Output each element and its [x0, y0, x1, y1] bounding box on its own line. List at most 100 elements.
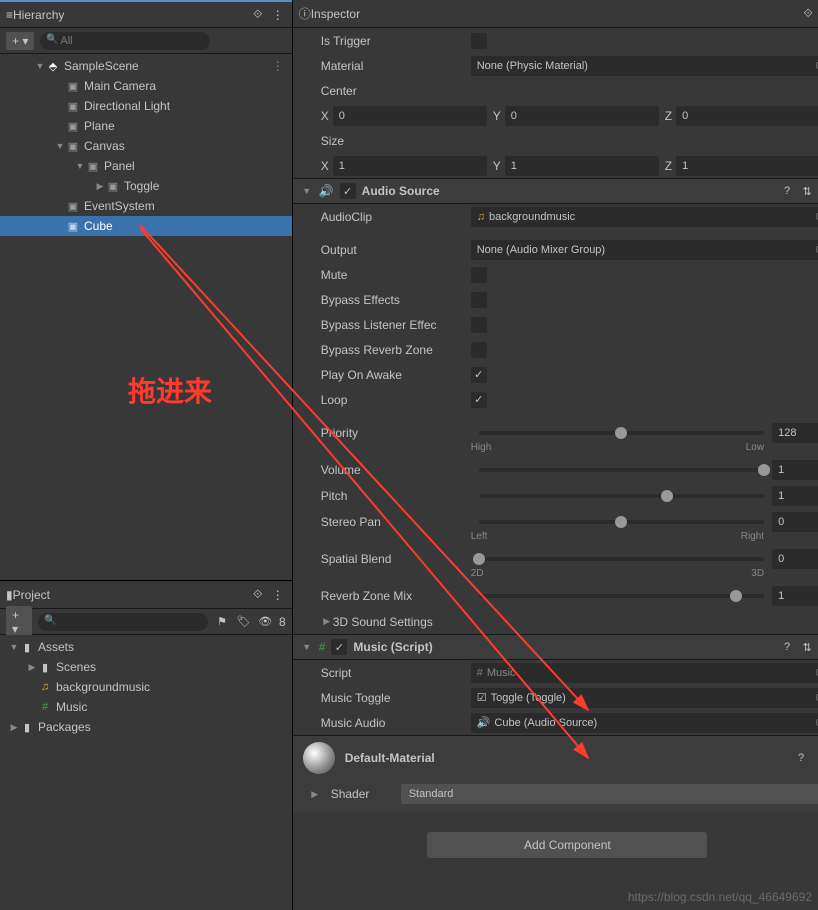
pitch-slider[interactable]: [479, 494, 764, 498]
item-label: Packages: [38, 720, 91, 734]
menu-icon[interactable]: ⋮: [270, 7, 286, 23]
menu-icon[interactable]: ⋮: [272, 59, 284, 73]
project-item-scenes[interactable]: ▶▮Scenes: [0, 657, 292, 677]
size-x-input[interactable]: [333, 156, 487, 176]
add-button[interactable]: + ▾: [6, 32, 34, 50]
help-icon[interactable]: ?: [794, 751, 808, 765]
script-icon: #: [319, 640, 326, 654]
audio-source-enable-checkbox[interactable]: [340, 183, 356, 199]
music-audio-field[interactable]: 🔊Cube (Audio Source)◎: [471, 713, 818, 733]
bypass-effects-checkbox[interactable]: [471, 292, 487, 308]
foldout-icon[interactable]: ▼: [301, 186, 313, 196]
project-item-music[interactable]: #Music: [0, 697, 292, 717]
hierarchy-item-eventsystem[interactable]: ▣EventSystem: [0, 196, 292, 216]
project-tree[interactable]: ▼▮Assets▶▮Scenes ♫ backgroundmusic #Music▶▮…: [0, 635, 292, 910]
menu-icon[interactable]: ⋮: [270, 587, 286, 603]
hierarchy-search-input[interactable]: [40, 32, 210, 50]
foldout-icon[interactable]: ▼: [54, 141, 66, 151]
material-field[interactable]: None (Physic Material)◎: [471, 56, 818, 76]
center-z-input[interactable]: [676, 106, 818, 126]
label-icon[interactable]: 🏷: [236, 614, 252, 630]
project-search-input[interactable]: [38, 613, 208, 631]
mute-checkbox[interactable]: [471, 267, 487, 283]
hierarchy-item-panel[interactable]: ▼▣Panel: [0, 156, 292, 176]
audio-icon: ♫: [38, 680, 52, 694]
shader-dropdown[interactable]: Standard▾: [401, 784, 818, 804]
center-y-input[interactable]: [505, 106, 659, 126]
pitch-input[interactable]: [772, 486, 818, 506]
help-icon[interactable]: ?: [780, 184, 794, 198]
reverb-input[interactable]: [772, 586, 818, 606]
project-item-backgroundmusic[interactable]: ♫ backgroundmusic: [0, 677, 292, 697]
audioclip-field[interactable]: ♫backgroundmusic◎: [471, 207, 818, 227]
help-icon[interactable]: ?: [780, 640, 794, 654]
add-component-button[interactable]: Add Component: [427, 832, 707, 858]
priority-slider[interactable]: [479, 431, 764, 435]
priority-input[interactable]: [772, 423, 818, 443]
play-on-awake-checkbox[interactable]: [471, 367, 487, 383]
gameobject-icon: ▣: [66, 99, 80, 113]
spatial-input[interactable]: [772, 549, 818, 569]
item-label: Cube: [84, 219, 113, 233]
bypass-listener-checkbox[interactable]: [471, 317, 487, 333]
foldout-icon[interactable]: ▶: [94, 181, 106, 192]
inspector-tab[interactable]: ⓘ Inspector ⟐ ⋮: [293, 0, 818, 28]
spatial-label: Spatial Blend: [321, 552, 471, 566]
foldout-icon[interactable]: ▶: [8, 722, 20, 733]
hierarchy-item-samplescene[interactable]: ▼⬘SampleScene⋮: [0, 56, 292, 76]
gameobject-icon: ▣: [66, 199, 80, 213]
foldout-icon[interactable]: ▶: [26, 662, 38, 673]
item-label: Panel: [104, 159, 135, 173]
lock-icon[interactable]: ⟐: [800, 6, 816, 22]
project-tab[interactable]: ▮ Project ⟐ ⋮: [0, 581, 292, 609]
spatial-slider[interactable]: [479, 557, 764, 561]
foldout-icon[interactable]: ▼: [8, 642, 20, 652]
size-y-input[interactable]: [505, 156, 659, 176]
music-toggle-field[interactable]: ☑Toggle (Toggle)◎: [471, 688, 818, 708]
bypass-effects-label: Bypass Effects: [321, 293, 471, 307]
volume-slider[interactable]: [479, 468, 764, 472]
hidden-icon[interactable]: 👁: [257, 614, 273, 630]
audio-source-header[interactable]: ▼ 🔊 Audio Source ? ⇅ ⋮: [293, 178, 818, 204]
preset-icon[interactable]: ⇅: [800, 640, 814, 654]
hierarchy-tree[interactable]: ▼⬘SampleScene⋮▣Main Camera▣Directional L…: [0, 54, 292, 580]
project-item-assets[interactable]: ▼▮Assets: [0, 637, 292, 657]
hierarchy-item-main-camera[interactable]: ▣Main Camera: [0, 76, 292, 96]
preset-icon[interactable]: ⇅: [800, 184, 814, 198]
hierarchy-item-cube[interactable]: ▣Cube: [0, 216, 292, 236]
hierarchy-tab[interactable]: ≡ Hierarchy ⟐ ⋮: [0, 0, 292, 28]
hierarchy-item-plane[interactable]: ▣Plane: [0, 116, 292, 136]
add-button[interactable]: + ▾: [6, 606, 32, 638]
item-label: Assets: [38, 640, 74, 654]
hierarchy-item-canvas[interactable]: ▼▣Canvas: [0, 136, 292, 156]
center-x-input[interactable]: [333, 106, 487, 126]
sound3d-foldout[interactable]: ▶3D Sound Settings: [293, 609, 818, 634]
reverb-slider[interactable]: [479, 594, 764, 598]
lock-icon[interactable]: ⟐: [250, 587, 266, 603]
hierarchy-item-directional-light[interactable]: ▣Directional Light: [0, 96, 292, 116]
volume-input[interactable]: [772, 460, 818, 480]
item-label: backgroundmusic: [56, 680, 150, 694]
filter-icon[interactable]: ⚑: [214, 614, 230, 630]
foldout-icon[interactable]: ▼: [301, 642, 313, 652]
lock-icon[interactable]: ⟐: [250, 7, 266, 23]
size-z-input[interactable]: [676, 156, 818, 176]
material-header[interactable]: Default-Material ? ⚙: [293, 735, 818, 780]
bypass-listener-label: Bypass Listener Effec: [321, 318, 471, 332]
output-field[interactable]: None (Audio Mixer Group)◎: [471, 240, 818, 260]
project-item-packages[interactable]: ▶▮Packages: [0, 717, 292, 737]
stereo-input[interactable]: [772, 512, 818, 532]
foldout-icon[interactable]: ▶: [309, 789, 321, 800]
bypass-reverb-checkbox[interactable]: [471, 342, 487, 358]
foldout-icon[interactable]: ▼: [74, 161, 86, 171]
hierarchy-item-toggle[interactable]: ▶▣Toggle: [0, 176, 292, 196]
stereo-slider[interactable]: [479, 520, 764, 524]
center-label: Center: [321, 84, 471, 98]
is-trigger-checkbox[interactable]: [471, 33, 487, 49]
foldout-icon[interactable]: ▼: [34, 61, 46, 71]
loop-checkbox[interactable]: [471, 392, 487, 408]
music-script-header[interactable]: ▼ # Music (Script) ? ⇅ ⋮: [293, 634, 818, 660]
info-icon: ⓘ: [299, 5, 311, 22]
music-enable-checkbox[interactable]: [331, 639, 347, 655]
priority-label: Priority: [321, 426, 471, 440]
